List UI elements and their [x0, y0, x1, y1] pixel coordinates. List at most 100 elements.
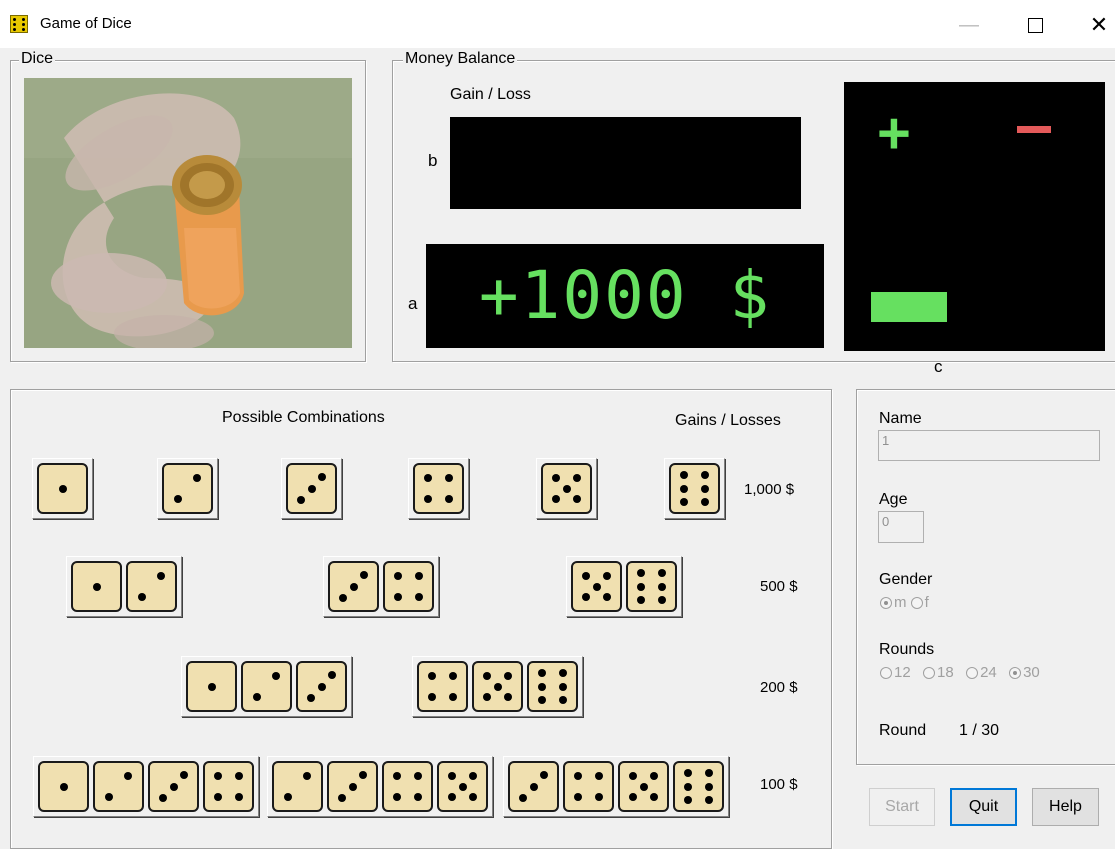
- age-label: Age: [879, 491, 908, 508]
- close-button[interactable]: ✕: [1076, 8, 1115, 42]
- die-pip: [552, 494, 561, 503]
- marker-a: a: [408, 294, 418, 313]
- dice-combo-button[interactable]: [281, 458, 342, 519]
- rounds-30-label: 30: [1023, 664, 1040, 681]
- dice-combo-button[interactable]: [33, 756, 259, 817]
- die-pip: [629, 772, 638, 781]
- rounds-radio-18[interactable]: 18: [923, 664, 954, 681]
- die-pip: [92, 582, 101, 591]
- rounds-radio-30[interactable]: 30: [1009, 664, 1040, 681]
- die-face-4: [382, 761, 433, 812]
- die-face-3: [508, 761, 559, 812]
- die-pip: [59, 782, 68, 791]
- die-pip: [327, 671, 336, 680]
- radio-icon: [923, 667, 936, 680]
- dice-combo-button[interactable]: [412, 656, 583, 717]
- quit-button[interactable]: Quit: [950, 788, 1017, 826]
- gender-f-label: f: [924, 594, 929, 611]
- dice-combo-button[interactable]: [267, 756, 493, 817]
- die-pip: [414, 572, 423, 581]
- name-label: Name: [879, 410, 922, 427]
- start-button[interactable]: Start: [869, 788, 935, 826]
- die-pip: [552, 474, 561, 483]
- die-face-6: [626, 561, 677, 612]
- die-pip: [572, 494, 581, 503]
- die-face-2: [272, 761, 323, 812]
- die-pip: [483, 692, 492, 701]
- die-pip: [657, 595, 666, 604]
- die-pip: [448, 772, 457, 781]
- dice-combo-button[interactable]: [664, 458, 725, 519]
- die-pip: [458, 782, 467, 791]
- gain-label-row-2: 500 $: [760, 578, 798, 595]
- die-pip: [574, 772, 583, 781]
- die-pip: [307, 484, 316, 493]
- rounds-radio-24[interactable]: 24: [966, 664, 997, 681]
- die-pip: [448, 672, 457, 681]
- die-pip: [649, 792, 658, 801]
- rounds-label: Rounds: [879, 641, 935, 658]
- balance-value: +1000 $: [478, 257, 772, 334]
- window-title: Game of Dice: [40, 15, 132, 32]
- die-pip: [562, 484, 571, 493]
- dice-combo-button[interactable]: [32, 458, 93, 519]
- die-pip: [582, 592, 591, 601]
- dice-combo-button[interactable]: [181, 656, 352, 717]
- dice-combo-button[interactable]: [66, 556, 182, 617]
- die-pip: [684, 769, 693, 778]
- die-pip: [680, 471, 689, 480]
- die-pip: [424, 494, 433, 503]
- gender-label: Gender: [879, 571, 933, 588]
- die-pip: [297, 495, 306, 504]
- gain-loss-display: [450, 117, 801, 209]
- help-button[interactable]: Help: [1032, 788, 1099, 826]
- die-pip: [394, 572, 403, 581]
- gain-label-row-1: 1,000 $: [744, 481, 795, 498]
- gender-radio-f[interactable]: f: [910, 594, 929, 611]
- gender-radio-m[interactable]: m: [880, 594, 907, 611]
- die-pip: [538, 682, 547, 691]
- plus-indicator: +: [877, 101, 911, 166]
- die-face-2: [162, 463, 213, 514]
- die-pip: [558, 669, 567, 678]
- die-pip: [602, 572, 611, 581]
- dice-combo-button[interactable]: [408, 458, 469, 519]
- die-face-6: [669, 463, 720, 514]
- die-pip: [448, 692, 457, 701]
- die-pip: [179, 771, 188, 780]
- die-pip: [359, 571, 368, 580]
- die-face-1: [71, 561, 122, 612]
- maximize-button[interactable]: [1012, 8, 1058, 42]
- die-pip: [657, 582, 666, 591]
- dice-combo-button[interactable]: [566, 556, 682, 617]
- die-face-2: [93, 761, 144, 812]
- rounds-options: 12 18 24 30: [880, 664, 1040, 681]
- die-pip: [414, 592, 423, 601]
- dice-combo-button[interactable]: [503, 756, 729, 817]
- age-field[interactable]: 0: [878, 511, 924, 543]
- gain-label-row-4: 100 $: [760, 776, 798, 793]
- dice-combo-button[interactable]: [157, 458, 218, 519]
- money-balance-label: Money Balance: [403, 50, 518, 68]
- die-pip: [538, 669, 547, 678]
- die-pip: [58, 484, 67, 493]
- die-pip: [704, 769, 713, 778]
- gain-level-bar: [871, 292, 947, 322]
- gain-loss-label: Gain / Loss: [450, 86, 531, 103]
- name-field[interactable]: 1: [878, 430, 1100, 461]
- dice-combo-button[interactable]: [536, 458, 597, 519]
- die-face-1: [38, 761, 89, 812]
- combinations-title: Possible Combinations: [222, 409, 385, 426]
- radio-icon: [1009, 667, 1022, 680]
- dice-combo-button[interactable]: [323, 556, 439, 617]
- rounds-radio-12[interactable]: 12: [880, 664, 911, 681]
- die-pip: [253, 692, 262, 701]
- die-pip: [428, 692, 437, 701]
- die-pip: [338, 793, 347, 802]
- die-face-6: [527, 661, 578, 712]
- die-pip: [700, 471, 709, 480]
- minimize-button[interactable]: —: [946, 8, 992, 42]
- die-pip: [339, 593, 348, 602]
- die-pip: [493, 682, 502, 691]
- die-pip: [393, 772, 402, 781]
